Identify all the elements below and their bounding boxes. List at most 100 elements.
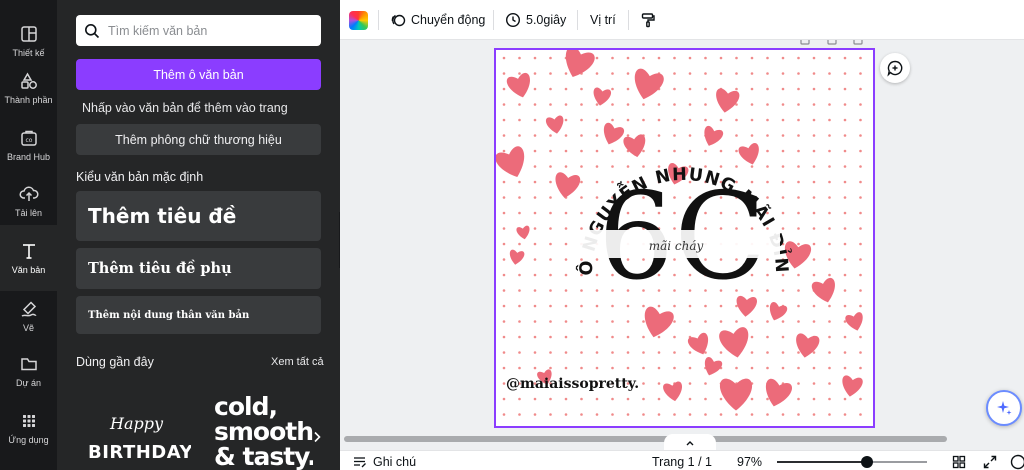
duration-button[interactable]: 5.0giây [505,9,566,31]
pattern-dot [859,335,862,339]
page-indicator[interactable]: Trang 1 / 1 [652,455,712,469]
pattern-dot [673,118,676,122]
add-heading-button[interactable]: Thêm tiêu đề [76,191,321,241]
heart-shape [565,50,595,78]
pattern-dot [859,273,862,277]
pattern-dot [595,118,599,122]
notes-button[interactable]: Ghi chú [352,454,416,469]
pattern-dot [580,320,583,323]
add-subheading-button[interactable]: Thêm tiêu đề phụ [76,248,321,289]
pattern-dot [859,258,862,261]
copy-style-button[interactable] [640,9,661,31]
page-actions-icons[interactable] [798,40,868,46]
pattern-dot [781,351,785,354]
search-box[interactable] [76,15,321,46]
pattern-dot [688,382,692,385]
pattern-dot [564,118,568,122]
pattern-dot [688,72,692,75]
grid-view-icon[interactable] [951,454,967,470]
recent-template-birthday[interactable]: Happy BIRTHDAY [76,390,191,470]
recent-template-cold-smooth[interactable]: cold, smooth & tasty. [208,390,313,470]
thumb-text: BIRTHDAY [88,442,191,463]
pattern-dot [549,335,552,339]
pattern-dot [533,273,537,277]
pattern-dot [642,382,645,385]
add-brand-font-button[interactable]: Thêm phông chữ thương hiệu [76,124,321,155]
zoom-level[interactable]: 97% [737,455,762,469]
color-picker-button[interactable] [349,11,368,30]
pattern-dot [828,56,831,60]
pattern-dot [642,118,645,122]
pattern-dot [533,227,537,230]
pattern-dot [719,397,723,401]
duration-label: 5.0giây [526,13,567,27]
heart-shape [719,327,749,358]
pattern-dot [549,211,552,215]
zoom-slider[interactable] [777,456,927,468]
pattern-dot [502,366,506,370]
pattern-dot [812,273,816,277]
pattern-dot [719,351,723,354]
pattern-dot [611,351,614,354]
pattern-dot [564,87,568,91]
chevron-right-icon[interactable] [310,430,324,444]
zoom-slider-knob[interactable] [861,456,873,468]
pattern-dot [580,366,583,370]
pattern-dot [518,103,521,106]
animate-button[interactable]: Chuyển động [390,9,485,31]
pattern-dot [859,366,862,370]
pattern-dot [642,103,645,106]
recent-title: Dùng gần đây [76,355,154,369]
pattern-dot [518,320,521,323]
pattern-dot [642,351,645,354]
horizontal-scrollbar[interactable] [344,436,947,442]
heart-shape [811,278,835,303]
pattern-dot [843,165,847,168]
pattern-dot [719,72,723,75]
thumb-text: & tasty. [214,442,313,470]
pattern-dot [502,56,506,60]
heart-shape [623,134,646,158]
pattern-dot [549,273,552,277]
pattern-dot [564,273,568,277]
pattern-dot [750,366,754,370]
pattern-dot [859,72,862,75]
pattern-dot [766,149,769,153]
design-page[interactable]: CÔ NGUYỄN NHUNG MÃI ĐỈNH 6C mãi cháy @ma… [494,48,875,428]
add-body-text-button[interactable]: Thêm nội dung thân văn bản [76,296,321,334]
pattern-dot [797,366,800,370]
pattern-dot [580,87,583,91]
paint-roller-icon [641,13,655,28]
search-icon [85,23,100,38]
default-styles-title: Kiểu văn bản mặc định [76,170,204,184]
pattern-dot [735,320,738,323]
fullscreen-icon[interactable] [982,454,998,470]
pattern-dot [812,413,816,416]
add-comment-button[interactable] [880,53,910,83]
pattern-dot [533,72,537,75]
pattern-dot [657,413,661,416]
pattern-dot [766,103,769,106]
pattern-dot [549,149,552,153]
pattern-dot [704,118,707,122]
toolbar-divider [378,10,379,30]
help-icon[interactable] [1010,454,1024,470]
rail-item-apps[interactable]: Ứng dụng [0,395,57,461]
search-input[interactable] [108,23,308,38]
pattern-dot [564,134,568,137]
pattern-dot [797,351,800,354]
heart-shape [716,88,740,113]
rail-item-text[interactable]: Văn bản [0,225,57,291]
pattern-dot [673,149,676,153]
add-textbox-button[interactable]: Thêm ô văn bản [76,59,321,90]
see-all-link[interactable]: Xem tất cả [271,356,324,368]
heart-shape [496,146,525,178]
magic-assistant-button[interactable] [986,390,1022,426]
pattern-dot [843,227,847,230]
position-button[interactable]: Vị trí [590,9,616,31]
pattern-dot [735,366,738,370]
pattern-dot [843,56,847,60]
pattern-dot [518,366,521,370]
pattern-dot [859,351,862,354]
pattern-dot [781,413,785,416]
